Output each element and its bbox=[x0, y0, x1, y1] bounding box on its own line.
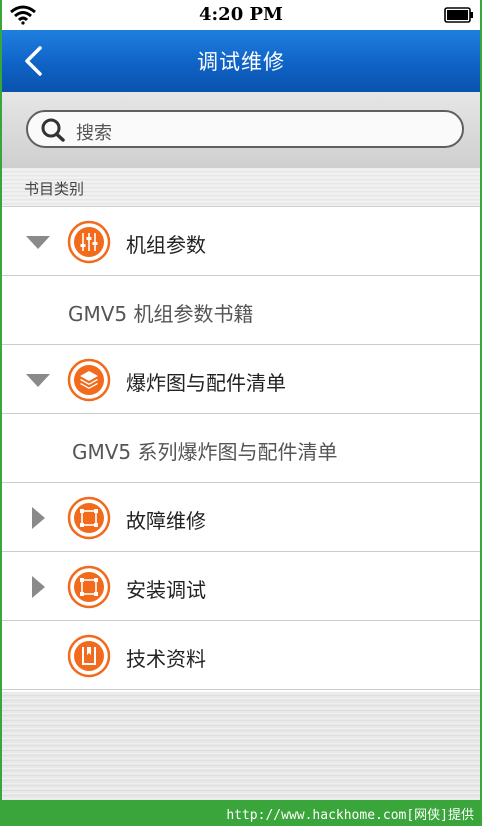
app-screen: 4:20 PM 调试维修 搜索 书目类别 机组参数 GMV5 机组参数书籍 爆炸… bbox=[2, 0, 480, 800]
watermark-strip: http://www.hackhome.com[网侠]提供 bbox=[0, 800, 482, 826]
frame-icon bbox=[67, 496, 111, 540]
subitem-label: GMV5 系列爆炸图与配件清单 bbox=[72, 440, 338, 464]
triangle-right-icon[interactable] bbox=[24, 506, 52, 530]
triangle-down-icon[interactable] bbox=[24, 368, 52, 392]
watermark-text: http://www.hackhome.com[网侠]提供 bbox=[226, 808, 474, 823]
search-input[interactable]: 搜索 bbox=[26, 110, 464, 148]
status-time: 4:20 PM bbox=[199, 4, 283, 25]
empty-background bbox=[2, 692, 480, 800]
category-label: 安装调试 bbox=[126, 578, 206, 602]
layers-icon bbox=[67, 358, 111, 402]
section-label: 书目类别 bbox=[24, 180, 85, 198]
list-item-category[interactable]: 技术资料 bbox=[2, 621, 480, 690]
category-label: 爆炸图与配件清单 bbox=[126, 371, 286, 395]
triangle-right-icon[interactable] bbox=[24, 575, 52, 599]
category-label: 技术资料 bbox=[126, 647, 206, 671]
triangle-down-icon[interactable] bbox=[24, 230, 52, 254]
catalog-list: 机组参数 GMV5 机组参数书籍 爆炸图与配件清单 GMV5 系列爆炸图与配件清… bbox=[2, 207, 480, 690]
list-item-subitem[interactable]: GMV5 机组参数书籍 bbox=[2, 276, 480, 345]
list-item-subitem[interactable]: GMV5 系列爆炸图与配件清单 bbox=[2, 414, 480, 483]
list-item-category[interactable]: 故障维修 bbox=[2, 483, 480, 552]
section-header: 书目类别 bbox=[2, 168, 480, 207]
battery-icon bbox=[444, 7, 473, 23]
navigation-bar: 调试维修 bbox=[2, 30, 480, 93]
status-bar: 4:20 PM bbox=[2, 0, 480, 30]
category-label: 机组参数 bbox=[126, 233, 206, 257]
page-title: 调试维修 bbox=[197, 50, 285, 74]
search-area: 搜索 bbox=[2, 92, 480, 168]
frame-icon bbox=[67, 565, 111, 609]
search-placeholder: 搜索 bbox=[76, 123, 112, 144]
category-label: 故障维修 bbox=[126, 509, 206, 533]
search-icon bbox=[41, 118, 65, 142]
book-icon bbox=[67, 634, 111, 678]
list-item-category[interactable]: 机组参数 bbox=[2, 207, 480, 276]
sliders-icon bbox=[67, 220, 111, 264]
list-item-category[interactable]: 爆炸图与配件清单 bbox=[2, 345, 480, 414]
list-item-category[interactable]: 安装调试 bbox=[2, 552, 480, 621]
subitem-label: GMV5 机组参数书籍 bbox=[68, 302, 254, 326]
